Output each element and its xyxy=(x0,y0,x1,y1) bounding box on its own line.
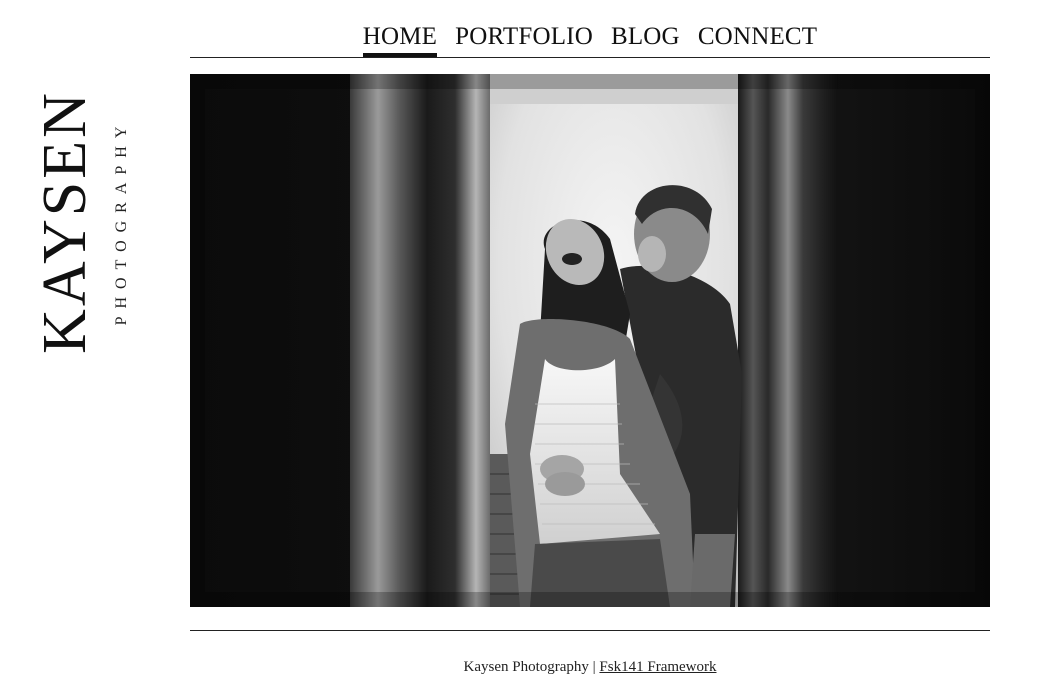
footer-separator: | xyxy=(592,659,596,675)
footer-divider xyxy=(190,630,990,631)
hero-photo-image xyxy=(190,74,990,607)
logo-tagline: PHOTOGRAPHY xyxy=(113,118,130,326)
nav-item-portfolio[interactable]: PORTFOLIO xyxy=(455,24,593,57)
nav-item-home[interactable]: HOME xyxy=(362,24,438,57)
page: KAYSEN PHOTOGRAPHY HOME PORTFOLIO BLOG C… xyxy=(0,0,1038,681)
hero-photo xyxy=(190,74,990,607)
site-logo[interactable]: KAYSEN PHOTOGRAPHY xyxy=(0,0,180,681)
nav-item-blog[interactable]: BLOG xyxy=(611,24,680,57)
nav-item-connect[interactable]: CONNECT xyxy=(698,24,817,57)
main-nav: HOME PORTFOLIO BLOG CONNECT xyxy=(190,0,990,58)
footer-site-name: Kaysen Photography xyxy=(463,659,589,675)
logo-wordmark: KAYSEN xyxy=(31,90,99,354)
site-footer: Kaysen Photography | Fsk141 Framework xyxy=(190,660,990,675)
footer-framework-link[interactable]: Fsk141 Framework xyxy=(599,659,716,675)
